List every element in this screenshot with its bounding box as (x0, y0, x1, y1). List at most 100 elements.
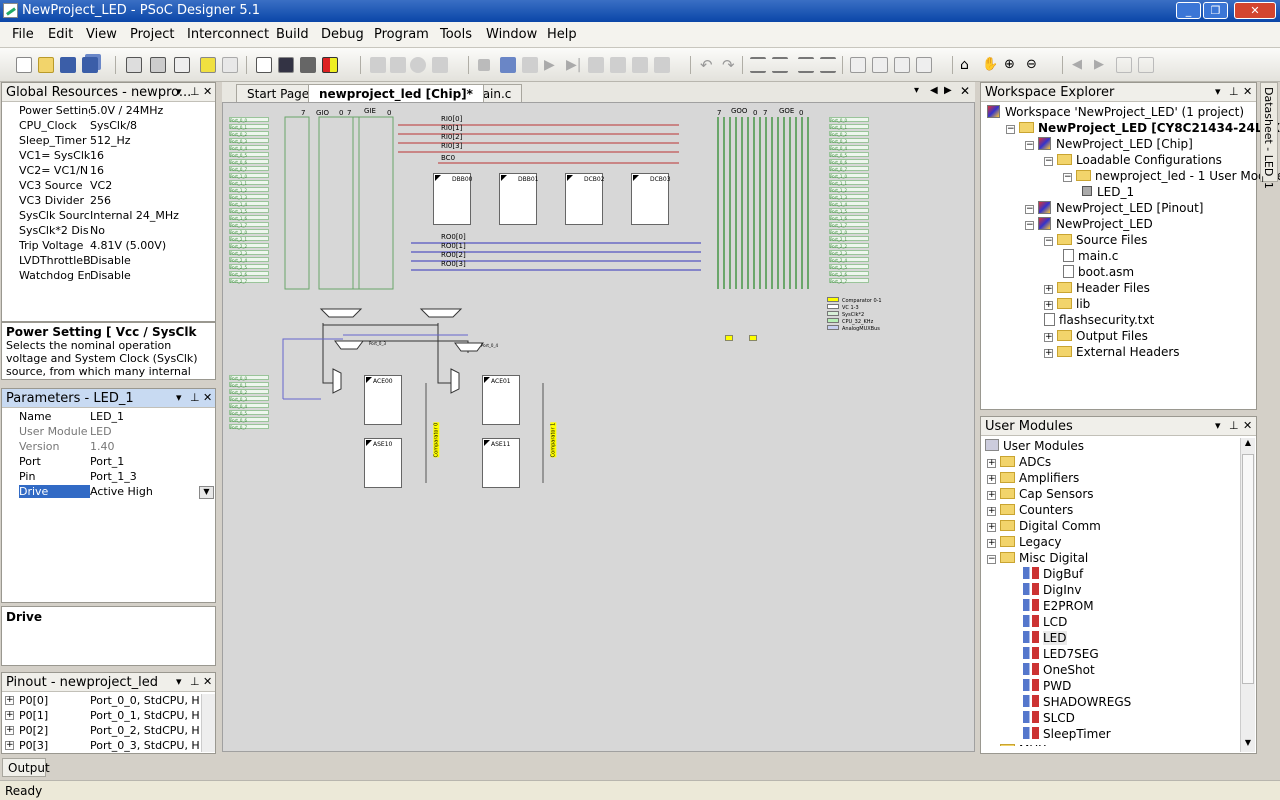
expand-icon[interactable]: − (1025, 221, 1034, 230)
menu-interconnect[interactable]: Interconnect (187, 27, 269, 42)
user-module-item[interactable]: SLCD (1023, 711, 1075, 727)
user-module-item[interactable]: DigInv (1023, 583, 1081, 599)
output-tab[interactable]: Output (2, 758, 50, 777)
indent-icon[interactable] (750, 57, 766, 73)
parameter-row[interactable]: User Module LED (2, 425, 215, 440)
port-pin[interactable]: Port_1_0 (229, 173, 269, 179)
port-pin[interactable]: Port_0_4 (829, 145, 869, 151)
global-row[interactable]: CPU_Clock SysClk/8 (2, 119, 215, 134)
user-modules-root[interactable]: User Modules (985, 439, 1084, 455)
menu-edit[interactable]: Edit (48, 27, 73, 42)
analog-block-ace01[interactable]: ACE01 (482, 375, 520, 425)
parameter-row[interactable]: Port Port_1 (2, 455, 215, 470)
property-value[interactable]: No (90, 224, 215, 237)
global-row[interactable]: LVDThrottleB Disable (2, 254, 215, 269)
expand-icon[interactable]: + (987, 459, 996, 468)
analog-block-ase11[interactable]: ASE11 (482, 438, 520, 488)
port-pin[interactable]: Port_0_3 (829, 138, 869, 144)
refresh-icon[interactable] (1116, 57, 1132, 73)
user-module-item[interactable]: LED7SEG (1023, 647, 1099, 663)
port-pin[interactable]: Port_0_7 (229, 166, 269, 172)
port-pin[interactable]: Port_2_2 (229, 243, 269, 249)
port-pin[interactable]: Port_1_6 (229, 215, 269, 221)
global-row[interactable]: VC1= SysClk 16 (2, 149, 215, 164)
module-category[interactable]: − Misc Digital (987, 551, 1088, 567)
pin-icon[interactable]: ⊥ (190, 675, 200, 688)
digital-block-dcb02[interactable]: DCB02 (565, 173, 605, 225)
menu-view[interactable]: View (86, 27, 117, 42)
menu-file[interactable]: File (12, 27, 34, 42)
close-button[interactable]: ✕ (1234, 2, 1276, 19)
workspace-item[interactable]: flashsecurity.txt (1044, 313, 1154, 329)
back-icon[interactable]: ◀ (1072, 57, 1088, 73)
tab-prev-icon[interactable]: ◀ (930, 85, 938, 96)
stop-browse-icon[interactable] (1138, 57, 1154, 73)
expand-icon[interactable]: + (1044, 301, 1053, 310)
expand-icon[interactable]: − (1063, 173, 1072, 182)
close-icon[interactable]: ✕ (203, 675, 212, 688)
close-icon[interactable]: ✕ (1243, 85, 1252, 98)
expand-icon[interactable]: + (1044, 285, 1053, 294)
workspace-item[interactable]: − Loadable Configurations (1044, 153, 1222, 169)
expand-icon[interactable]: − (987, 555, 996, 564)
property-value[interactable]: VC2 (90, 179, 215, 192)
expand-icon[interactable]: + (5, 696, 14, 705)
port-pin[interactable]: Port_2_4 (829, 257, 869, 263)
user-modules-scrollbar[interactable]: ▲ ▼ (1240, 438, 1255, 752)
port-pin[interactable]: Port_2_6 (829, 271, 869, 277)
dropdown-icon[interactable]: ▾ (1215, 85, 1221, 98)
port-pin[interactable]: Port_1_5 (229, 208, 269, 214)
zoom-out-icon[interactable]: ⊖ (1026, 57, 1042, 73)
pin-icon[interactable]: ⊥ (190, 85, 200, 98)
parameter-value[interactable]: LED_1 (90, 410, 215, 423)
port-pin[interactable]: Port_0_4 (229, 145, 269, 151)
expand-icon[interactable]: − (1044, 157, 1053, 166)
expand-icon[interactable]: − (1025, 141, 1034, 150)
dropdown-icon[interactable]: ▾ (176, 675, 182, 688)
workspace-item[interactable]: + External Headers (1044, 345, 1180, 361)
bookmark-prev-icon[interactable] (894, 57, 910, 73)
digital-block-dbb01[interactable]: DBB01 (499, 173, 539, 225)
workspace-item[interactable]: LED_1 (1082, 185, 1134, 201)
maximize-button[interactable]: ❐ (1203, 2, 1228, 19)
home-icon[interactable]: ⌂ (960, 57, 976, 73)
pinout-scrollbar[interactable] (201, 694, 215, 752)
dropdown-icon[interactable]: ▾ (176, 85, 182, 98)
build-icon[interactable] (278, 57, 294, 73)
workspace-item[interactable]: + Header Files (1044, 281, 1150, 297)
expand-icon[interactable]: + (987, 507, 996, 516)
port-pin[interactable]: Port_1_4 (229, 201, 269, 207)
port-pin[interactable]: Port_0_6 (229, 159, 269, 165)
port-pin[interactable]: Port_0_7 (829, 166, 869, 172)
menu-project[interactable]: Project (130, 27, 174, 42)
global-row[interactable]: Power Setting 5.0V / 24MHz (2, 104, 215, 119)
port-pin[interactable]: Port_0_2 (829, 131, 869, 137)
port-pin[interactable]: Port_2_5 (829, 264, 869, 270)
parameter-row[interactable]: Name LED_1 (2, 410, 215, 425)
property-value[interactable]: Internal 24_MHz (90, 209, 215, 222)
global-row[interactable]: SysClk Source Internal 24_MHz (2, 209, 215, 224)
rebuild-icon[interactable] (300, 57, 316, 73)
forward-icon[interactable]: ▶ (1094, 57, 1110, 73)
module-icon[interactable] (150, 57, 166, 73)
expand-icon[interactable]: + (987, 491, 996, 500)
parameter-row[interactable]: Version 1.40 (2, 440, 215, 455)
port-pin[interactable]: Port_0_6 (229, 417, 269, 423)
property-value[interactable]: 512_Hz (90, 134, 215, 147)
pinout-row[interactable]: + P0[3] Port_0_3, StdCPU, Hig (2, 739, 215, 754)
pinout-row[interactable]: + P0[1] Port_0_1, StdCPU, Hig (2, 709, 215, 724)
workspace-item[interactable]: − NewProject_LED [CY8C21434-24LFX] (1006, 121, 1280, 137)
dropdown-icon[interactable]: ▾ (176, 391, 182, 404)
chip-editor[interactable]: Port_0_0 Port_0_1 Port_0_2 Port_0_3 Port_0_4… (222, 102, 975, 752)
workspace-item[interactable]: + Output Files (1044, 329, 1148, 345)
digital-block-dbb00[interactable]: DBB00 (433, 173, 473, 225)
save-icon[interactable] (60, 57, 76, 73)
tab-list-icon[interactable]: ▾ (914, 85, 919, 96)
port-pin[interactable]: Port_0_0 (229, 375, 269, 381)
menu-program[interactable]: Program (374, 27, 429, 42)
user-module-item[interactable]: OneShot (1023, 663, 1095, 679)
tab-next-icon[interactable]: ▶ (944, 85, 952, 96)
port-pin[interactable]: Port_0_2 (229, 131, 269, 137)
global-row[interactable]: Trip Voltage 4.81V (5.00V) (2, 239, 215, 254)
port-pin[interactable]: Port_2_4 (229, 257, 269, 263)
